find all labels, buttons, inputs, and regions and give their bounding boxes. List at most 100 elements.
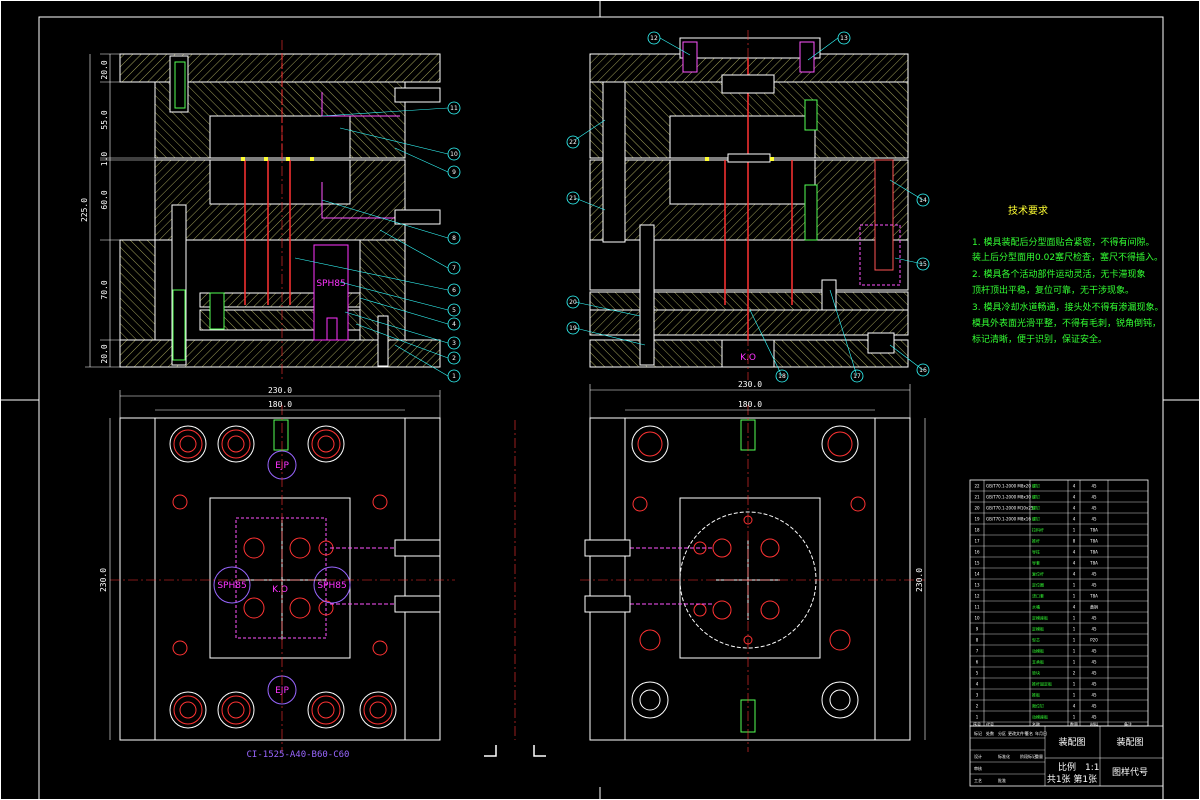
balloon-3: 3 [452,340,456,347]
dim-20b: 20.0 [100,344,109,363]
bom-table: 22 GB/T70.1-2000 M8x20 螺钉 4 45 2 1 GB/T70.1-200… [969,479,1149,727]
bom-cell-qty: 4 [1073,550,1076,555]
tech-requirements: 技术要求 1. 模具装配后分型面贴合紧密，不得有间隙。 装上后分型面用0.02塞… [972,204,1163,345]
bom-cell-qty: 1 [1073,528,1076,533]
bom-cell-no: 1 [976,715,979,720]
tb-mark: 标记 [974,730,982,736]
bom-cell-mat: 45 [1091,484,1097,489]
bom-cell-no: 6 [976,660,979,665]
bom-cell-name: 动模座板 [1032,714,1048,720]
plan-view-left: EJP EJP SPH85 SPH85 K.O [110,405,455,752]
bom-cell-mat: 黄铜 [1090,604,1098,610]
scale-label: 比例 [1058,761,1076,773]
balloon-4: 4 [452,321,456,328]
bom-cell-std: GB/T70.1-2000 M10x25 [986,506,1034,511]
bom-cell-mat: 45 [1091,616,1097,621]
bom-cell-name: 推杆固定板 [1032,681,1052,687]
dim-225: 225.0 [80,198,89,222]
balloon-1: 1 [452,373,456,380]
bom-cell-name: 动模板 [1032,648,1044,654]
bom-cell-std: GB/T70.1-2000 M8x20 [986,484,1031,489]
bom-cell-name: 限位钉 [1032,703,1044,709]
tech-line-7: 标记清晰，便于识别，保证安全。 [972,333,1107,345]
balloon-13: 13 [840,35,848,42]
bom-cell-no: 4 [976,682,979,687]
balloon-15: 15 [919,261,927,268]
sph-label: SPH85 [316,279,345,289]
balloon-8: 8 [452,235,456,242]
bom-cell-std: GB/T70.1-2000 M8x30 [986,495,1031,500]
bom-cell-name: 螺钉 [1032,483,1040,489]
bom-cell-name: 螺钉 [1032,494,1040,500]
bom-cell-mat: 45 [1091,715,1097,720]
bom-cell-no: 9 [976,627,979,632]
bom-cell-no: 13 [974,583,980,588]
bom-cell-qty: 8 [1073,539,1076,544]
plan-right-width-inner: 180.0 [738,400,762,409]
side-width: 230.0 [738,380,762,389]
bom-cell-name: 定位圈 [1032,582,1044,588]
bom-cell-no: 18 [974,528,980,533]
bom-cell-mat: 45 [1091,649,1097,654]
tb-design: 设计 [974,753,982,759]
tech-line-2: 装上后分型面用0.02塞尺检查，塞尺不得插入。 [972,251,1163,263]
bom-cell-name: 浇口套 [1032,593,1044,599]
bom-cell-qty: 4 [1073,517,1076,522]
dim-20a: 20.0 [100,60,109,79]
sph-right-label: SPH85 [317,581,346,591]
balloon-12: 12 [650,35,658,42]
bom-cell-name: 推板 [1032,692,1040,698]
bom-cell-mat: 45 [1091,671,1097,676]
bom-cell-qty: 1 [1073,715,1076,720]
scale-value: 1:1 [1085,763,1099,773]
bom-cell-qty: 4 [1073,506,1076,511]
drawing-name: 装配图 [1058,736,1085,748]
bom-cell-qty: 1 [1073,638,1076,643]
bom-cell-qty: 4 [1073,484,1076,489]
bom-cell-name: 定模座板 [1032,615,1048,621]
dim-60: 60.0 [100,190,109,209]
side-section-view: K.O [589,30,909,380]
balloon-9: 9 [452,169,456,176]
bom-cell-mat: 45 [1091,506,1097,511]
bom-cell-no: 22 [974,484,980,489]
cad-drawing-canvas: SPH85 20.0 55.0 1.0 60.0 225.0 70.0 20.0 [0,0,1200,800]
balloon-19: 19 [569,325,577,332]
balloon-17: 17 [853,373,861,380]
bom-cell-qty: 1 [1073,616,1076,621]
balloon-7: 7 [452,265,456,272]
bom-cell-no: 12 [974,594,980,599]
balloon-2: 2 [452,355,456,362]
plan-left-width-inner: 180.0 [268,400,292,409]
view-markers [484,420,546,757]
bom-cell-mat: T8A [1089,550,1098,555]
tb-stage: 阶段标记 [1020,753,1036,759]
bom-cell-no: 8 [976,638,979,643]
balloon-11: 11 [450,105,458,112]
tb-count: 处数 [986,730,994,736]
sph-left-label: SPH85 [217,581,246,591]
drawing-number-label: 图样代号 [1112,766,1148,778]
bom-cell-name: 复位杆 [1032,571,1044,577]
plan-left-width-outer: 230.0 [268,386,292,395]
bom-cell-name: 导套 [1032,560,1040,566]
balloon-14: 14 [919,197,927,204]
tb-standard: 标准化 [998,753,1010,759]
balloon-5: 5 [452,307,456,314]
bom-cell-mat: T8A [1089,528,1098,533]
tb-zone: 分区 [998,730,1006,736]
bom-cell-qty: 2 [1073,671,1076,676]
tb-sign: 签名 [1025,730,1033,736]
bom-cell-no: 20 [974,506,980,511]
plan-left-height: 230.0 [99,568,108,592]
tech-title: 技术要求 [1008,204,1048,217]
bom-cell-qty: 1 [1073,649,1076,654]
bom-cell-no: 17 [974,539,980,544]
ko-plan-label: K.O [272,585,288,595]
bom-cell-no: 16 [974,550,980,555]
sheet-count: 共1张 第1张 [1047,773,1097,785]
bom-cell-no: 2 [976,704,979,709]
tech-line-1: 1. 模具装配后分型面贴合紧密，不得有间隙。 [972,236,1154,248]
bom-cell-qty: 1 [1073,594,1076,599]
balloon-10: 10 [450,151,458,158]
